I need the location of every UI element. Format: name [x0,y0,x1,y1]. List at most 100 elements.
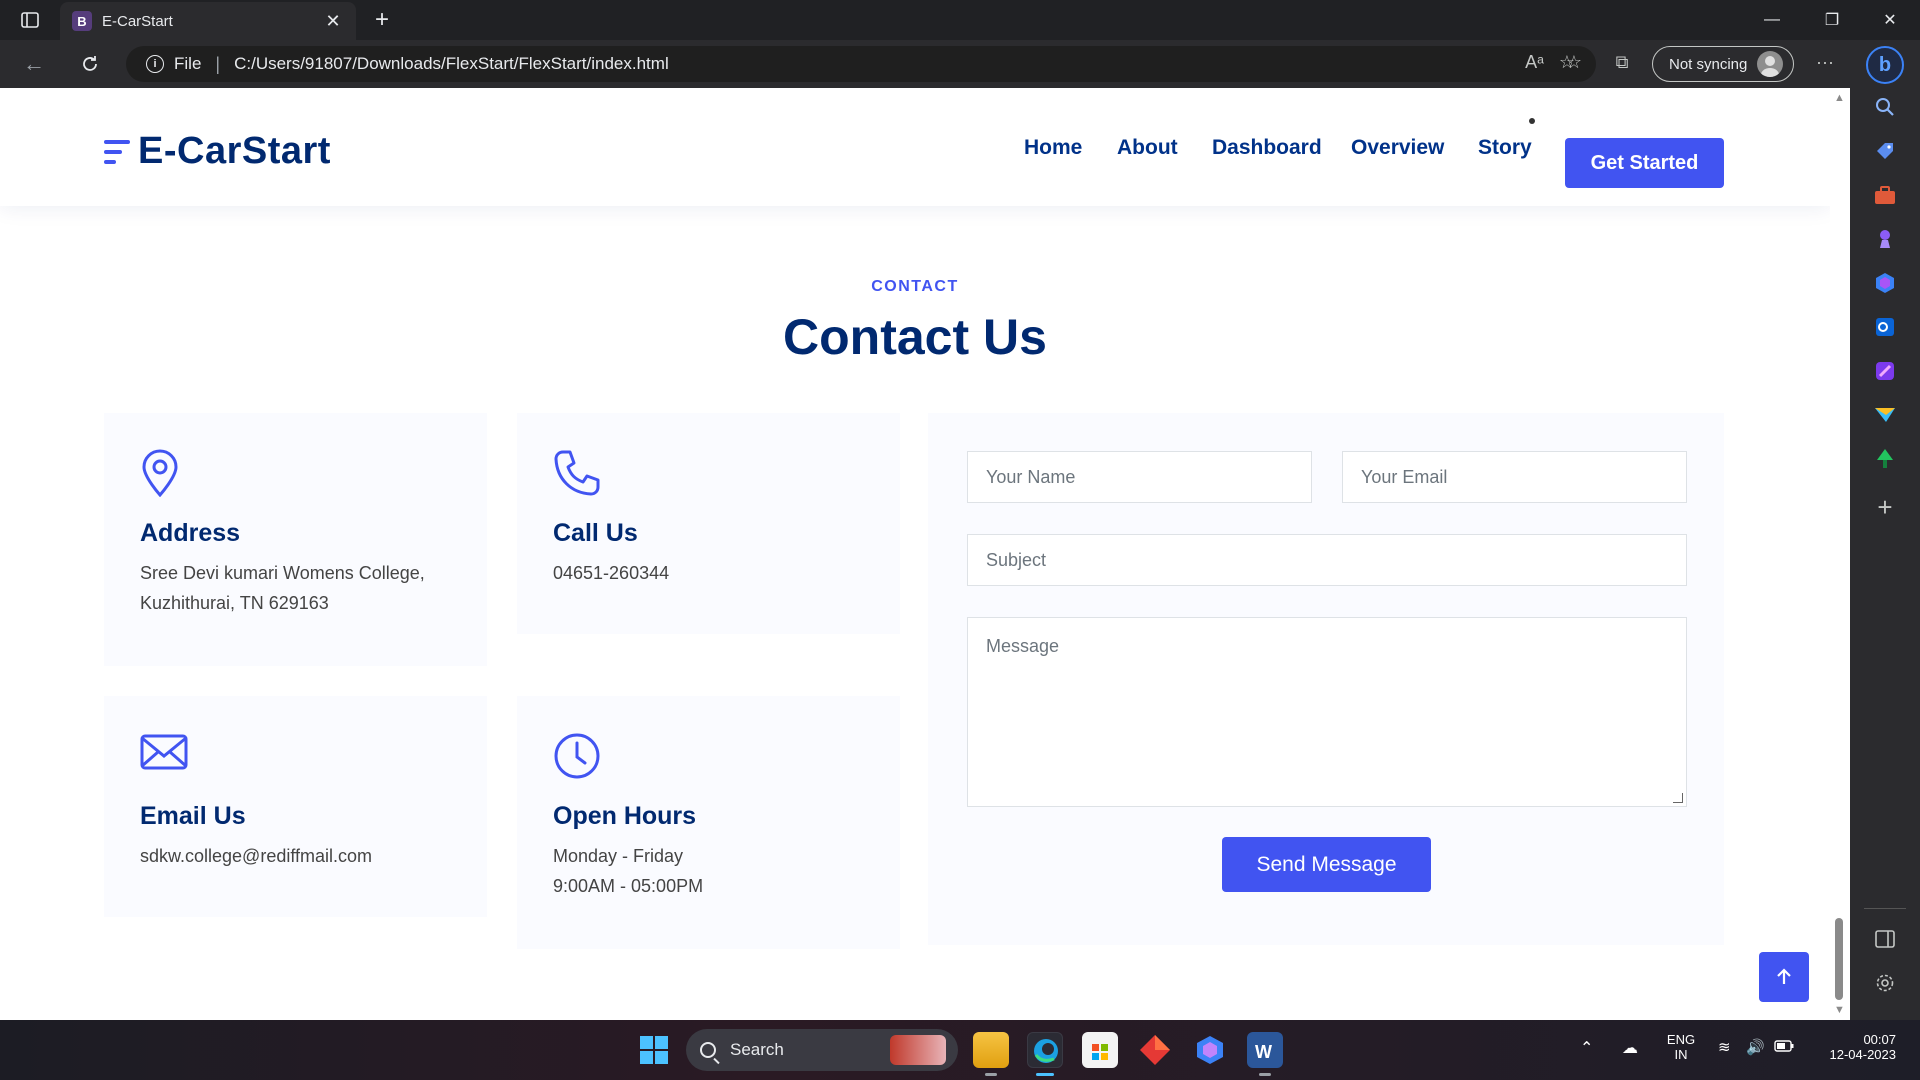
tab-close-icon[interactable]: ✕ [322,11,344,32]
email-address: sdkw.college@rediffmail.com [140,846,373,866]
hours-time: 9:00AM - 05:00PM [553,876,704,896]
address-line-2: Kuzhithurai, TN 629163 [140,593,329,613]
page-scrollbar[interactable] [1830,88,1850,1020]
date-label: 12-04-2023 [1829,1047,1897,1062]
profile-avatar [1757,51,1784,77]
explorer-running-indicator [985,1073,997,1076]
language-label: ENG [1666,1032,1696,1047]
section-kicker: CONTACT [871,278,959,295]
back-arrow-icon[interactable]: ← [16,48,52,80]
search-highlight-icon [890,1035,946,1065]
resize-handle-icon[interactable] [1673,793,1683,803]
new-tab-plus-icon[interactable]: + [368,6,396,34]
section-title: Contact Us [783,309,1047,365]
settings-gear-icon[interactable] [1872,970,1898,996]
copilot-app-icon[interactable] [1192,1032,1228,1068]
omnibox[interactable]: i File | C:/Users/91807/Downloads/FlexSt… [126,46,1596,82]
tab-title: E-CarStart [102,12,173,30]
volume-icon[interactable]: 🔊 [1746,1038,1765,1056]
send-plane-icon[interactable] [1872,402,1898,428]
clock-icon [553,732,600,780]
word-icon[interactable]: W [1247,1032,1283,1068]
nav-home[interactable]: Home [1024,136,1082,160]
scrollbar-thumb[interactable] [1835,918,1843,1000]
battery-icon[interactable] [1774,1040,1794,1055]
back-to-top-button[interactable] [1759,952,1809,1002]
region-label: IN [1674,1047,1688,1062]
address-title: Address [140,519,241,547]
taskbar-search[interactable]: Search [686,1029,958,1071]
restore-icon[interactable]: ❐ [1812,6,1852,34]
search-icon[interactable] [1872,94,1898,120]
subject-input[interactable]: Subject [967,534,1687,586]
logo-lines-icon [104,136,130,168]
add-sidebar-app-icon[interactable]: + [1872,492,1898,522]
games-chess-icon[interactable] [1872,226,1898,252]
designer-icon[interactable] [1872,358,1898,384]
phone-icon [553,449,600,497]
profile-sync-button[interactable]: Not syncing [1652,46,1794,82]
hours-title: Open Hours [553,802,697,830]
favorites-icon[interactable]: ☆ [1554,52,1580,73]
copilot-b-icon[interactable]: b [1866,46,1904,84]
windows-taskbar: Search W ⌃ ☁ ENG IN ≋ 🔊 00:07 12-04-2023 [0,1020,1920,1080]
email-card: Email Us sdkw.college@rediffmail.com [104,696,487,917]
svg-text:W: W [1255,1042,1272,1062]
tray-chevron-icon[interactable]: ⌃ [1580,1038,1593,1058]
wifi-icon[interactable]: ≋ [1718,1038,1731,1056]
nav-overview[interactable]: Overview [1351,136,1444,160]
reload-icon[interactable] [72,48,108,80]
shopping-tag-icon[interactable] [1872,138,1898,164]
more-options-icon[interactable]: ··· [1812,52,1838,73]
clock-area[interactable]: 00:07 12-04-2023 [1812,1032,1897,1062]
copilot-hex-icon[interactable] [1872,270,1898,296]
tools-briefcase-icon[interactable] [1872,182,1898,208]
address-line-1: Sree Devi kumari Womens College, [140,563,425,583]
web-page: E-CarStart Home About Dashboard Overview… [0,88,1830,1020]
message-textarea[interactable]: Message [967,617,1687,807]
edge-active-indicator [1036,1073,1054,1076]
browser-tab[interactable]: B E-CarStart ✕ [60,2,356,40]
language-indicator[interactable]: ENG IN [1664,1032,1698,1062]
file-explorer-icon[interactable] [973,1032,1009,1068]
get-started-button[interactable]: Get Started [1565,138,1724,188]
outlook-icon[interactable] [1872,314,1898,340]
time-label: 00:07 [1863,1032,1896,1047]
map-pin-icon [140,449,184,498]
arrow-up-icon [1777,968,1791,984]
send-message-button[interactable]: Send Message [1222,837,1431,892]
windows-start-icon[interactable] [640,1036,668,1064]
bootstrap-favicon-icon: B [72,11,92,31]
hide-sidebar-icon[interactable] [1872,926,1898,952]
microsoft-store-icon[interactable] [1082,1032,1118,1068]
sidebar-divider [1864,908,1906,909]
red-diamond-app-icon[interactable] [1137,1032,1173,1068]
hours-days: Monday - Friday [553,846,684,866]
name-input[interactable]: Your Name [967,451,1312,503]
read-aloud-icon[interactable]: A͏ᵃ [1525,52,1544,73]
site-info-icon[interactable]: i [146,55,164,73]
scroll-down-arrow-icon[interactable]: ▼ [1834,1004,1845,1016]
window-close-icon[interactable]: ✕ [1870,6,1910,34]
site-logo[interactable]: E-CarStart [104,130,331,173]
nav-dashboard[interactable]: Dashboard [1212,136,1322,160]
nav-story[interactable]: Story [1478,136,1532,160]
email-input[interactable]: Your Email [1342,451,1687,503]
tab-actions-icon[interactable] [12,8,48,32]
envelope-icon [140,732,188,780]
address-card: Address Sree Devi kumari Womens College,… [104,413,487,666]
hours-card: Open Hours Monday - Friday 9:00AM - 05:0… [517,696,900,949]
collections-icon[interactable]: ⧉ [1609,52,1635,73]
url-text[interactable]: C:/Users/91807/Downloads/FlexStart/FlexS… [234,54,669,74]
cursor-dot [1529,118,1535,124]
scroll-up-arrow-icon[interactable]: ▲ [1834,92,1845,104]
edge-browser-icon[interactable] [1027,1032,1063,1068]
edge-sidebar: + [1850,40,1920,1020]
onedrive-offline-icon[interactable]: ☁ [1622,1038,1638,1058]
brand-name: E-CarStart [138,130,331,172]
nav-about[interactable]: About [1117,136,1178,160]
browser-tab-bar: B E-CarStart ✕ + — ❐ ✕ [0,0,1920,40]
minimize-icon[interactable]: — [1752,6,1792,34]
tree-icon[interactable] [1872,446,1898,472]
search-icon [700,1042,716,1058]
